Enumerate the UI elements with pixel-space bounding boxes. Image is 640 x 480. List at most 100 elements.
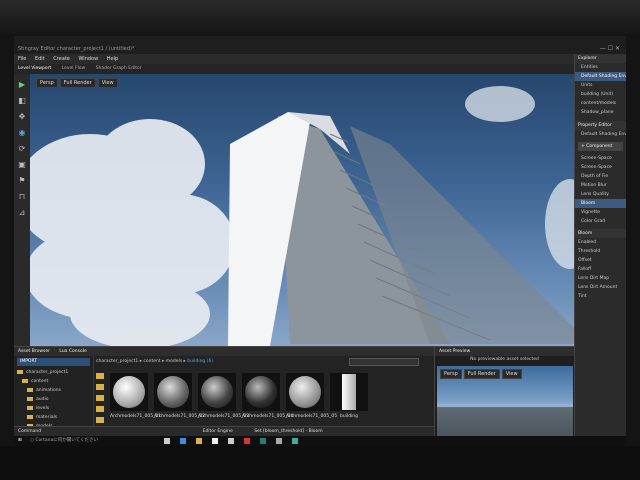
folder-icon[interactable]	[96, 384, 104, 390]
persp-button[interactable]: Persp	[36, 78, 58, 88]
folder-icon[interactable]	[96, 406, 104, 412]
menu-help[interactable]: Help	[107, 56, 118, 62]
explorer-item[interactable]: Units	[575, 81, 626, 90]
tree-item[interactable]: materials	[14, 413, 93, 422]
breadcrumb-item[interactable]: character_project1	[96, 359, 138, 364]
app-icon[interactable]	[228, 438, 234, 444]
material-sphere	[113, 376, 145, 408]
tree-item[interactable]: content	[14, 377, 93, 386]
asset-search-input[interactable]	[349, 358, 419, 366]
edge-icon[interactable]	[180, 438, 186, 444]
stingray-icon[interactable]	[260, 438, 266, 444]
windows-taskbar: ⊞ ○ Cortanaに何か聞いてください	[14, 436, 626, 446]
play-icon[interactable]: ▶	[17, 80, 27, 90]
place-icon[interactable]: ⚑	[17, 176, 27, 186]
explorer-icon[interactable]	[196, 438, 202, 444]
right-panel: Explorer Entities Default Shading Enviro…	[574, 54, 626, 446]
add-component-button[interactable]: + Component	[578, 142, 623, 151]
menu-edit[interactable]: Edit	[35, 56, 45, 62]
explorer-item[interactable]: Shadow_plane	[575, 108, 626, 117]
folder-icon[interactable]	[96, 373, 104, 379]
window-titlebar: Stingray Editor character_project1 / (un…	[14, 44, 626, 54]
preview-persp-button[interactable]: Persp	[440, 369, 462, 379]
component-item[interactable]: Depth of Fie	[575, 172, 626, 181]
status-text: Set [bloom_threshold] - Bloom	[254, 429, 323, 434]
bloom-section-header[interactable]: Bloom	[575, 229, 626, 238]
component-item[interactable]: Lens Quality	[575, 190, 626, 199]
screen-bezel-top	[0, 0, 640, 36]
preview-full-render-button[interactable]: Full Render	[463, 369, 500, 379]
level-viewport[interactable]: Persp Full Render View	[30, 74, 580, 346]
snap-icon[interactable]: ⊓	[17, 192, 27, 202]
scale-icon[interactable]: ▣	[17, 160, 27, 170]
building-thumbnail-image	[342, 374, 356, 410]
tab-asset-browser[interactable]: Asset Browser	[18, 349, 50, 354]
property-editor-subtitle: Default Shading Environment	[581, 132, 626, 137]
windows-start-icon[interactable]: ⊞	[18, 436, 22, 446]
command-label[interactable]: Command	[18, 429, 41, 434]
breadcrumb-item[interactable]: models	[166, 359, 182, 364]
asset-thumbnail[interactable]: building	[330, 373, 368, 420]
asset-thumbnail[interactable]: Archmodels71_005_03	[198, 373, 249, 420]
material-sphere	[157, 376, 189, 408]
tool-sidebar: ▶ ◧ ✥ ◉ ⟳ ▣ ⚑ ⊓ ⊿	[14, 74, 30, 346]
tree-item[interactable]: levels	[14, 404, 93, 413]
component-item-bloom[interactable]: Bloom	[575, 199, 626, 208]
menu-window[interactable]: Window	[78, 56, 98, 62]
folder-icon	[27, 405, 33, 410]
tab-shader-graph[interactable]: Shader Graph Editor	[96, 66, 142, 71]
view-button[interactable]: View	[97, 78, 118, 88]
store-icon[interactable]	[212, 438, 218, 444]
viewport-tabs: Level Viewport Level Flow Shader Graph E…	[14, 64, 574, 74]
component-item[interactable]: Motion Blur	[575, 181, 626, 190]
asset-thumbnail[interactable]: Archmodels71_005_05	[286, 373, 337, 420]
tree-item[interactable]: character_project1	[14, 368, 93, 377]
import-button[interactable]: IMPORT	[17, 358, 90, 366]
component-item[interactable]: Vignette	[575, 208, 626, 217]
folder-icon[interactable]	[96, 417, 104, 423]
asset-preview-viewport[interactable]: Persp Full Render View	[437, 366, 573, 444]
task-view-icon[interactable]	[164, 438, 170, 444]
menu-create[interactable]: Create	[53, 56, 70, 62]
editor-screen: Stingray Editor character_project1 / (un…	[14, 36, 626, 446]
explorer-item[interactable]: building (Unit)	[575, 90, 626, 99]
app-icon[interactable]	[292, 438, 298, 444]
folder-icon[interactable]	[96, 395, 104, 401]
console-bar: Command Editor Engine Set [bloom_thresho…	[14, 426, 434, 436]
component-item[interactable]: Screen-Space	[575, 163, 626, 172]
asset-thumbnails: Archmodels71_005_01 Archmodels71_005_02 …	[110, 373, 368, 420]
material-sphere	[201, 376, 233, 408]
rotate-icon[interactable]: ⟳	[17, 144, 27, 154]
full-render-button[interactable]: Full Render	[59, 78, 96, 88]
explorer-item[interactable]: Default Shading Environment	[575, 72, 626, 81]
window-controls[interactable]: — ☐ ✕	[600, 44, 620, 54]
terrain-icon[interactable]: ⊿	[17, 208, 27, 218]
component-item[interactable]: Color Grad	[575, 217, 626, 226]
move-icon[interactable]: ✥	[17, 112, 27, 122]
property-label: Lens Dirt Map	[578, 276, 610, 281]
menu-file[interactable]: File	[18, 56, 26, 62]
asset-thumbnail[interactable]: Archmodels71_005_01	[110, 373, 161, 420]
tab-level-viewport[interactable]: Level Viewport	[18, 66, 51, 71]
breadcrumb-item[interactable]: content	[143, 359, 160, 364]
tab-level-flow[interactable]: Level Flow	[62, 66, 86, 71]
material-sphere	[289, 376, 321, 408]
explorer-item[interactable]: Entities	[575, 63, 626, 72]
asset-thumbnail[interactable]: Archmodels71_005_04	[242, 373, 293, 420]
folder-icon	[27, 396, 33, 401]
preview-view-button[interactable]: View	[501, 369, 522, 379]
asset-thumbnail[interactable]: Archmodels71_005_02	[154, 373, 205, 420]
screen-bezel-bottom	[0, 446, 640, 480]
app-icon[interactable]	[276, 438, 282, 444]
vivaldi-icon[interactable]	[244, 438, 250, 444]
engine-selector[interactable]: Editor Engine	[203, 429, 233, 434]
component-item[interactable]: Screen-Space	[575, 154, 626, 163]
explorer-item[interactable]: content/models	[575, 99, 626, 108]
tree-item[interactable]: audio	[14, 395, 93, 404]
breadcrumb-item[interactable]: building (6)	[187, 359, 213, 364]
tab-lua-console[interactable]: Lua Console	[59, 349, 86, 354]
cortana-search[interactable]: ○ Cortanaに何か聞いてください	[30, 436, 98, 446]
gamepad-icon[interactable]: ◧	[17, 96, 27, 106]
tree-item[interactable]: animations	[14, 386, 93, 395]
select-icon[interactable]: ◉	[17, 128, 27, 138]
